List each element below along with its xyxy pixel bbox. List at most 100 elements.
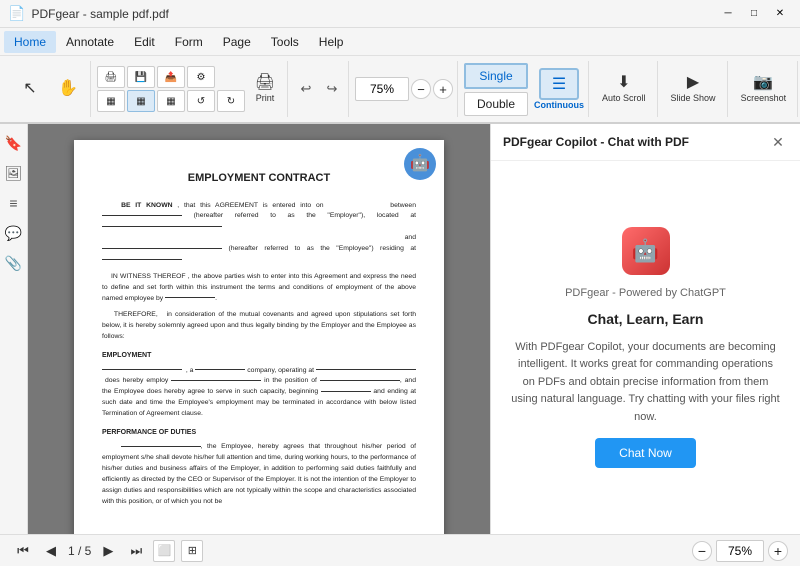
continuous-icon: ☰	[552, 74, 566, 94]
print-label: Print	[256, 93, 275, 103]
bottom-zoom-controls: − 75% +	[692, 540, 788, 562]
view-row-2: ▦ ▦ ▦ ↺ ↻	[97, 90, 245, 112]
print-button[interactable]: 🖨 Print	[247, 70, 283, 108]
menu-home[interactable]: Home	[4, 31, 56, 53]
slide-show-label: Slide Show	[671, 93, 716, 103]
sidebar-layers-icon[interactable]: ≡	[3, 192, 25, 214]
bottom-zoom-input[interactable]: 75%	[716, 540, 764, 562]
ai-description: With PDFgear Copilot, your documents are…	[511, 339, 780, 427]
print-icon-1[interactable]: 🖨	[97, 66, 125, 88]
pdf-section-employment: EMPLOYMENT	[102, 351, 416, 362]
tool-group-select: ↖ ✋	[8, 61, 91, 117]
sidebar-attachment-icon[interactable]: 📎	[3, 252, 25, 274]
ai-panel-header: PDFgear Copilot - Chat with PDF ✕	[491, 124, 800, 161]
zoom-out-button[interactable]: −	[411, 79, 431, 99]
extract-page-button[interactable]: ⬜	[153, 540, 175, 562]
view-row-1: 🖨 💾 📤 ⚙	[97, 66, 245, 88]
tool-group-print: 🖨 💾 📤 ⚙ ▦ ▦ ▦ ↺ ↻ 🖨 Print	[93, 61, 288, 117]
pdf-employment-text: , a company, operating at does hereby em…	[102, 366, 416, 420]
pdf-paragraph-2: IN WITNESS THEREOF , the above parties w…	[102, 272, 416, 305]
printer-icon: 🖨	[255, 75, 275, 91]
pdf-section-duties: PERFORMANCE OF DUTIES	[102, 428, 416, 439]
save-icon[interactable]: 💾	[127, 66, 155, 88]
menu-annotate[interactable]: Annotate	[56, 31, 124, 53]
single-label: Single	[479, 69, 512, 83]
double-view-button[interactable]: Double	[464, 92, 528, 116]
tool-group-screenshot: 📷 Screenshot	[730, 61, 799, 117]
sidebar-comment-icon[interactable]: 💬	[3, 222, 25, 244]
undo-redo-group: ↩ ↪	[294, 77, 344, 101]
sidebar-thumbnail-icon[interactable]: 🖼	[3, 162, 25, 184]
zoom-in-button[interactable]: +	[433, 79, 453, 99]
slide-show-button[interactable]: ▶ Slide Show	[664, 70, 723, 108]
redo-button[interactable]: ↪	[320, 77, 344, 101]
left-sidebar: 🔖 🖼 ≡ 💬 📎	[0, 124, 28, 534]
ai-tagline: Chat, Learn, Earn	[588, 311, 704, 327]
grid2-icon[interactable]: ▦	[127, 90, 155, 112]
pdf-duties-text: , the Employee, hereby agrees that throu…	[102, 442, 416, 507]
tool-group-zoom: 75% − +	[351, 61, 458, 117]
hand-icon: ✋	[58, 81, 78, 97]
ai-panel-close-button[interactable]: ✕	[768, 132, 788, 152]
pdf-page: 🤖 EMPLOYMENT CONTRACT BE IT KNOWN , that…	[74, 140, 444, 534]
double-label: Double	[477, 97, 515, 111]
menu-form[interactable]: Form	[165, 31, 213, 53]
ai-brand-text: PDFgear - Powered by ChatGPT	[565, 287, 726, 299]
menu-tools[interactable]: Tools	[261, 31, 309, 53]
menu-help[interactable]: Help	[309, 31, 354, 53]
copilot-overlay-button[interactable]: 🤖	[404, 148, 436, 180]
last-page-button[interactable]: ⏭	[125, 540, 147, 562]
menubar: Home Annotate Edit Form Page Tools Help	[0, 28, 800, 56]
close-button[interactable]: ✕	[768, 5, 792, 23]
zoom-group: 75% − +	[355, 77, 453, 101]
ai-logo-icon: 🤖	[622, 227, 670, 275]
single-view-button[interactable]: Single	[464, 63, 528, 89]
slide-show-icon: ▶	[687, 75, 699, 91]
tool-group-undo: ↩ ↪	[290, 61, 349, 117]
settings-icon[interactable]: ⚙	[187, 66, 215, 88]
titlebar: 📄 PDFgear - sample pdf.pdf ─ □ ✕	[0, 0, 800, 28]
continuous-icon-btn[interactable]: ☰	[539, 68, 579, 100]
hand-tool-button[interactable]: ✋	[50, 76, 86, 102]
share-icon[interactable]: 📤	[157, 66, 185, 88]
first-page-button[interactable]: ⏮	[12, 540, 34, 562]
screenshot-icon: 📷	[753, 75, 773, 91]
minimize-button[interactable]: ─	[716, 5, 740, 23]
page-indicator: 1 / 5	[68, 544, 91, 558]
ai-chat-now-button[interactable]: Chat Now	[595, 438, 696, 468]
menu-edit[interactable]: Edit	[124, 31, 165, 53]
bottom-zoom-out-button[interactable]: −	[692, 541, 712, 561]
screenshot-label: Screenshot	[741, 93, 787, 103]
auto-scroll-button[interactable]: ⬇ Auto Scroll	[595, 70, 653, 108]
undo-button[interactable]: ↩	[294, 77, 318, 101]
ai-panel-body: 🤖 PDFgear - Powered by ChatGPT Chat, Lea…	[491, 161, 800, 534]
insert-page-button[interactable]: ⊞	[181, 540, 203, 562]
screenshot-button[interactable]: 📷 Screenshot	[734, 70, 794, 108]
rotate-icon[interactable]: ↺	[187, 90, 215, 112]
tool-group-view: Single Double ☰ Continuous	[460, 61, 589, 117]
view-icons-group: 🖨 💾 📤 ⚙ ▦ ▦ ▦ ↺ ↻	[97, 66, 245, 112]
menu-page[interactable]: Page	[213, 31, 261, 53]
sidebar-bookmark-icon[interactable]: 🔖	[3, 132, 25, 154]
pdf-paragraph-3: THEREFORE, in consideration of the mutua…	[102, 310, 416, 343]
next-page-button[interactable]: ▶	[97, 540, 119, 562]
zoom-input[interactable]: 75%	[355, 77, 409, 101]
grid1-icon[interactable]: ▦	[97, 90, 125, 112]
auto-scroll-icon: ⬇	[617, 75, 630, 91]
pdf-viewer[interactable]: 🤖 EMPLOYMENT CONTRACT BE IT KNOWN , that…	[28, 124, 490, 534]
prev-page-button[interactable]: ◀	[40, 540, 62, 562]
bottom-zoom-in-button[interactable]: +	[768, 541, 788, 561]
app-title: PDFgear - sample pdf.pdf	[31, 7, 168, 21]
main-content: 🔖 🖼 ≡ 💬 📎 🤖 EMPLOYMENT CONTRACT BE IT KN…	[0, 124, 800, 534]
grid3-icon[interactable]: ▦	[157, 90, 185, 112]
page-info-text: 1 / 5	[68, 544, 91, 558]
titlebar-controls: ─ □ ✕	[716, 5, 792, 23]
maximize-button[interactable]: □	[742, 5, 766, 23]
rotate2-icon[interactable]: ↻	[217, 90, 245, 112]
cursor-icon: ↖	[23, 81, 36, 97]
toolbar: ↖ ✋ 🖨 💾 📤 ⚙ ▦ ▦ ▦ ↺ ↻ 🖨 Print	[0, 56, 800, 124]
nav-controls: ⏮ ◀ 1 / 5 ▶ ⏭ ⬜ ⊞	[12, 540, 203, 562]
pdf-paragraph-1: BE IT KNOWN , that this AGREEMENT is ent…	[102, 201, 416, 266]
select-tool-button[interactable]: ↖	[12, 76, 48, 102]
continuous-label: Continuous	[534, 100, 584, 110]
